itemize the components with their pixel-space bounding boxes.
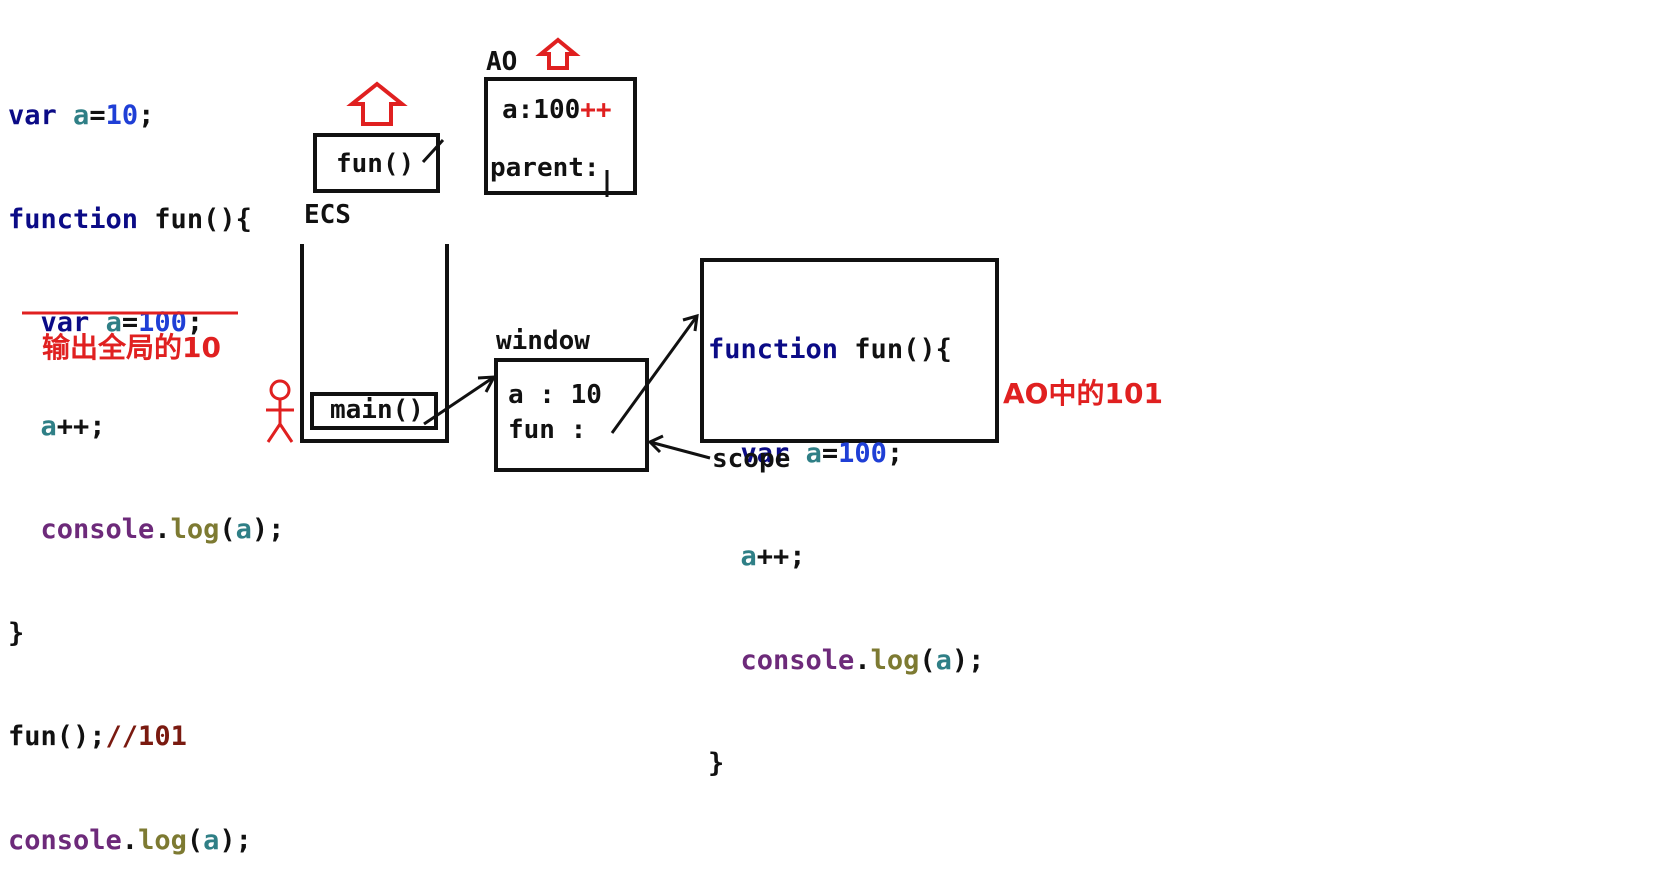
- func-line-4: console.log(a);: [740, 644, 985, 676]
- frame-ao-link: [421, 138, 445, 164]
- ecs-stack-walls: [300, 244, 449, 443]
- stick-figure-icon: [266, 379, 294, 443]
- code-line-6: }: [8, 617, 25, 649]
- func-line-5: }: [708, 748, 725, 779]
- code-line-8: console.log(a);: [8, 824, 252, 856]
- diagram-lines: [22, 37, 711, 460]
- code-line-7: fun();//101: [8, 721, 187, 752]
- up-arrow-icon: [535, 37, 581, 70]
- main-to-window-arrow: [423, 375, 495, 426]
- up-arrow-icon: [346, 81, 408, 126]
- fun-to-function-arrow: [610, 315, 699, 434]
